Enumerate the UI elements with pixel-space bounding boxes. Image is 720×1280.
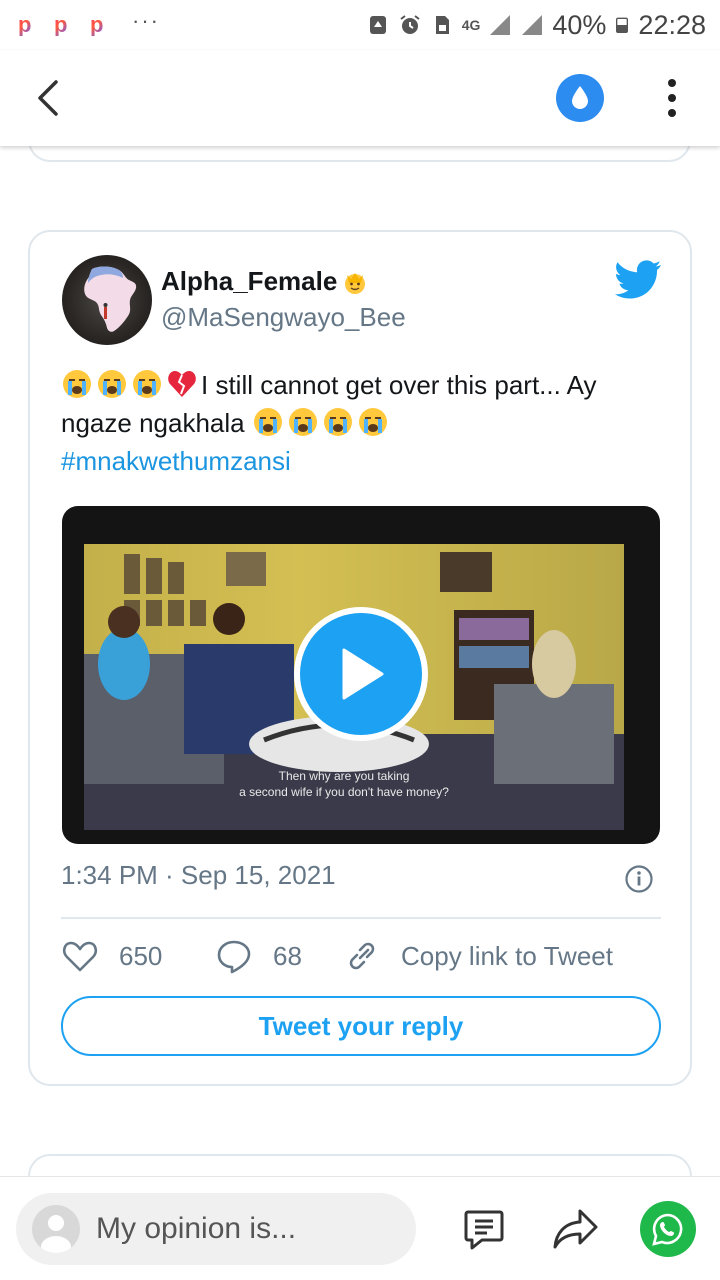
tweet-text-line-2-text: ngaze ngakhala (61, 408, 245, 438)
tweet-text: I still cannot get over this part... Ay … (61, 366, 671, 480)
tweet-text-line-2: ngaze ngakhala (61, 404, 671, 442)
video-caption: Then why are you taking a second wife if… (234, 768, 454, 800)
tweet-actions: 650 68 Copy link to Tweet (61, 932, 671, 980)
loudly-crying-face-emoji-icon (63, 370, 91, 398)
chevron-left-icon[interactable] (28, 76, 72, 120)
bottom-bar: My opinion is... (0, 1176, 720, 1280)
user-handle[interactable]: @MaSengwayo_Bee (161, 302, 406, 333)
copy-link-button[interactable]: Copy link to Tweet (343, 932, 613, 980)
opinion-placeholder: My opinion is... (96, 1212, 297, 1245)
recycle-icon (369, 16, 386, 34)
video-player[interactable]: Then why are you taking a second wife if… (62, 506, 660, 844)
tweet-text-line-1-text: I still cannot get over this part... Ay (201, 370, 597, 400)
speech-bubble-icon (217, 940, 251, 974)
divider (61, 917, 661, 919)
tweet-your-reply-button[interactable]: Tweet your reply (61, 996, 661, 1056)
heart-icon (62, 941, 98, 972)
tweet-text-line-1: I still cannot get over this part... Ay (61, 366, 671, 404)
like-button[interactable]: 650 (61, 932, 162, 980)
opinion-input[interactable]: My opinion is... (16, 1193, 416, 1265)
clock: 22:28 (638, 9, 706, 40)
person-crown-emoji-icon (345, 273, 366, 294)
app-bar (0, 50, 720, 146)
play-icon (342, 648, 384, 700)
display-name[interactable]: Alpha_Female (161, 265, 371, 297)
display-name-text: Alpha_Female (161, 265, 338, 296)
user-avatar-placeholder-icon (32, 1205, 80, 1253)
signal-icon (490, 15, 511, 35)
hashtag-link[interactable]: #mnakwethumzansi (61, 442, 671, 480)
sim-card-icon (435, 16, 449, 34)
system-status: 4G 40% 22:28 (366, 10, 706, 41)
play-button[interactable] (294, 607, 428, 741)
loudly-crying-face-emoji-icon (133, 370, 161, 398)
share-icon[interactable] (552, 1207, 600, 1251)
whatsapp-button[interactable] (640, 1201, 696, 1257)
avatar[interactable] (62, 255, 152, 345)
loudly-crying-face-emoji-icon (253, 408, 282, 436)
video-caption-line-2: a second wife if you don't have money? (239, 785, 449, 799)
link-icon (349, 942, 375, 970)
p-app-icon: p (18, 12, 32, 37)
p-app-icon: p (90, 12, 104, 37)
loudly-crying-face-emoji-icon (323, 408, 352, 436)
reply-count: 68 (273, 940, 302, 971)
battery-icon (616, 17, 629, 33)
africa-map-avatar-image (84, 266, 137, 332)
comment-icon[interactable] (462, 1207, 506, 1251)
water-drop-icon (572, 86, 588, 109)
p-app-icon: p (54, 12, 68, 37)
whatsapp-icon (652, 1213, 683, 1246)
copy-link-label: Copy link to Tweet (401, 940, 613, 971)
more-notifications-icon: ··· (132, 8, 160, 33)
more-vertical-icon[interactable] (652, 74, 692, 122)
tweet-timestamp[interactable]: 1:34 PM · Sep 15, 2021 (61, 860, 336, 891)
video-caption-line-1: Then why are you taking (278, 769, 410, 783)
broken-heart-emoji-icon (168, 371, 196, 397)
info-icon[interactable] (624, 864, 654, 894)
battery-percent: 40% (552, 9, 607, 40)
signal-icon-2 (522, 15, 543, 35)
water-drop-button[interactable] (556, 74, 604, 122)
status-bar: p p p ··· 4G 40% 22:28 (0, 0, 720, 50)
loudly-crying-face-emoji-icon (98, 370, 126, 398)
alarm-icon (400, 15, 420, 34)
twitter-bird-icon[interactable] (614, 260, 662, 300)
loudly-crying-face-emoji-icon (358, 408, 387, 436)
reply-count-button[interactable]: 68 (215, 932, 302, 980)
tweet-card: Alpha_Female @MaSengwayo_Bee I still can… (28, 230, 692, 1086)
notification-icons: p p p ··· (18, 8, 160, 37)
like-count: 650 (119, 940, 163, 971)
network-type: 4G (461, 17, 481, 33)
loudly-crying-face-emoji-icon (288, 408, 317, 436)
